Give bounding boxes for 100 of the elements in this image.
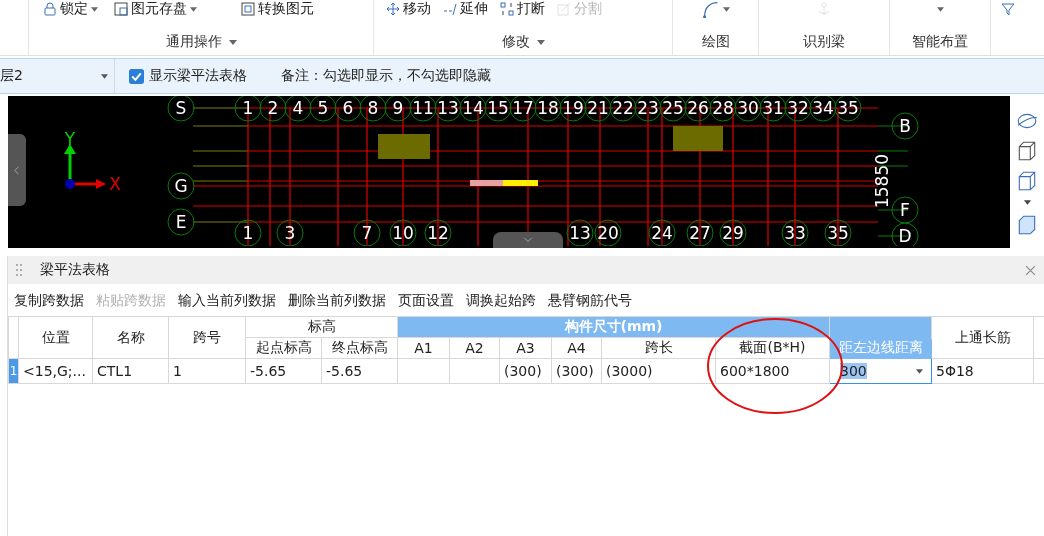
checkbox[interactable] <box>129 68 144 84</box>
ribbon-tool[interactable] <box>701 0 730 18</box>
group-label[interactable]: 智能布置 <box>912 33 968 51</box>
table-cell: 1 <box>168 358 246 384</box>
floor-dropdown[interactable]: 层2 <box>0 59 115 93</box>
collapse-bottom-tab[interactable] <box>493 232 563 248</box>
axis-bubble[interactable]: 20 <box>594 219 622 246</box>
caret-icon[interactable] <box>101 73 108 79</box>
axis-bubble[interactable]: 3 <box>276 219 304 246</box>
caret-icon[interactable] <box>916 368 923 374</box>
column-header[interactable]: 起点标高 <box>245 337 322 359</box>
column-header[interactable]: 位置 <box>18 316 93 359</box>
caret-icon[interactable] <box>1022 200 1032 206</box>
table-cell: (300) <box>551 358 602 384</box>
lock-icon <box>43 2 57 16</box>
axis-bubble[interactable]: E <box>167 208 195 236</box>
caret-icon[interactable] <box>228 39 237 45</box>
axis-bubble[interactable]: G <box>167 172 195 200</box>
axis-bubble[interactable]: 15 <box>484 96 512 122</box>
cube-icon[interactable] <box>1016 214 1038 236</box>
toolbar-button[interactable]: 复制跨数据 <box>14 292 84 310</box>
axis-bubble[interactable]: F <box>891 196 919 224</box>
convert-icon <box>241 2 255 16</box>
axis-bubble[interactable]: 14 <box>459 96 487 122</box>
axis-bubble[interactable]: 33 <box>781 219 809 246</box>
axis-bubble[interactable]: 34 <box>809 96 837 122</box>
axis-bubble[interactable]: 29 <box>719 219 747 246</box>
table-cell: 5Φ18 <box>931 358 1034 384</box>
group-label[interactable]: 修改 <box>501 33 530 51</box>
axis-bubble[interactable]: 17 <box>509 96 537 122</box>
column-header[interactable]: A4 <box>551 337 602 359</box>
ribbon-tool[interactable]: 移动 <box>386 0 431 18</box>
axis-bubble[interactable]: 35 <box>824 219 852 246</box>
caret-icon[interactable] <box>536 39 545 45</box>
axis-bubble[interactable]: 22 <box>609 96 637 122</box>
group-label[interactable]: 通用操作 <box>165 33 222 51</box>
toolbar-button[interactable]: 悬臂钢筋代号 <box>548 292 632 310</box>
table-cell: <15,G;... <box>18 358 93 384</box>
checkbox-label[interactable]: 显示梁平法表格 <box>149 67 247 85</box>
axis-bubble[interactable]: 25 <box>659 96 687 122</box>
axis-bubble[interactable]: 1 <box>234 219 262 246</box>
axis-bubble[interactable]: 23 <box>634 96 662 122</box>
floor-value: 层2 <box>0 67 23 85</box>
axis-bubble[interactable]: 13 <box>434 96 462 122</box>
ribbon-tool[interactable]: 锁定 <box>43 0 98 18</box>
table-cell: (3000) <box>601 358 716 384</box>
axis-bubble[interactable]: 30 <box>734 96 762 122</box>
axis-bubble[interactable]: S <box>167 96 195 122</box>
column-header[interactable]: 终点标高 <box>321 337 398 359</box>
toolbar-button[interactable]: 调换起始跨 <box>466 292 536 310</box>
column-header[interactable]: 名称 <box>92 316 169 359</box>
axis-bubble[interactable]: 32 <box>784 96 812 122</box>
axis-bubble[interactable]: 2 <box>259 96 287 122</box>
arc-icon <box>701 0 720 18</box>
axis-bubble[interactable]: 31 <box>759 96 787 122</box>
group-label[interactable]: 绘图 <box>701 33 730 51</box>
axis-bubble[interactable]: 10 <box>389 219 417 246</box>
axis-bubble[interactable]: 18 <box>534 96 562 122</box>
axis-bubble[interactable]: 6 <box>334 96 362 122</box>
axis-bubble[interactable]: 24 <box>648 219 676 246</box>
column-header[interactable]: A1 <box>397 337 450 359</box>
column-header[interactable]: 跨长 <box>601 337 716 359</box>
column-header[interactable]: A2 <box>449 337 500 359</box>
axis-bubble[interactable]: 9 <box>384 96 412 122</box>
toolbar-button[interactable]: 删除当前列数据 <box>288 292 386 310</box>
toolbar-button[interactable]: 页面设置 <box>398 292 454 310</box>
axis-bubble[interactable]: 35 <box>834 96 862 122</box>
column-header[interactable]: 截面(B*H) <box>715 337 830 359</box>
axis-bubble[interactable]: 21 <box>584 96 612 122</box>
ribbon-tool[interactable]: 转换图元 <box>241 0 314 18</box>
ribbon-tool[interactable]: 延伸 <box>443 0 488 18</box>
axis-bubble[interactable]: 12 <box>424 219 452 246</box>
ribbon-tool[interactable]: 图元存盘 <box>114 0 197 18</box>
axis-bubble[interactable]: 11 <box>409 96 437 122</box>
axis-bubble[interactable]: 1 <box>234 96 262 122</box>
break-icon <box>500 2 514 16</box>
axis-bubble[interactable]: 5 <box>309 96 337 122</box>
axis-bubble[interactable]: 19 <box>559 96 587 122</box>
column-header[interactable]: 标高 <box>245 316 398 338</box>
toolbar-button[interactable]: 输入当前列数据 <box>178 292 276 310</box>
filter-icon[interactable] <box>1001 2 1017 18</box>
axis-bubble[interactable]: 27 <box>686 219 714 246</box>
cube-icon[interactable] <box>1016 170 1038 192</box>
dimension-text: 15850 <box>872 153 892 209</box>
close-icon[interactable] <box>1025 264 1036 276</box>
axis-bubble[interactable]: B <box>891 112 919 140</box>
ribbon-tool[interactable]: 打断 <box>500 0 545 18</box>
axis-bubble[interactable]: 7 <box>353 219 381 246</box>
column-header[interactable]: A3 <box>499 337 552 359</box>
axis-bubble[interactable]: 8 <box>359 96 387 122</box>
axis-bubble[interactable]: D <box>891 222 919 246</box>
caret-icon <box>722 6 730 12</box>
cube-icon[interactable] <box>1016 140 1038 162</box>
axis-bubble[interactable]: 13 <box>566 219 594 246</box>
column-header[interactable]: 跨号 <box>168 316 246 359</box>
axis-bubble[interactable]: 26 <box>684 96 712 122</box>
drag-handle-icon[interactable] <box>16 264 22 276</box>
group-label[interactable]: 识别梁 <box>803 33 845 51</box>
axis-bubble[interactable]: 28 <box>709 96 737 122</box>
axis-bubble[interactable]: 4 <box>284 96 312 122</box>
